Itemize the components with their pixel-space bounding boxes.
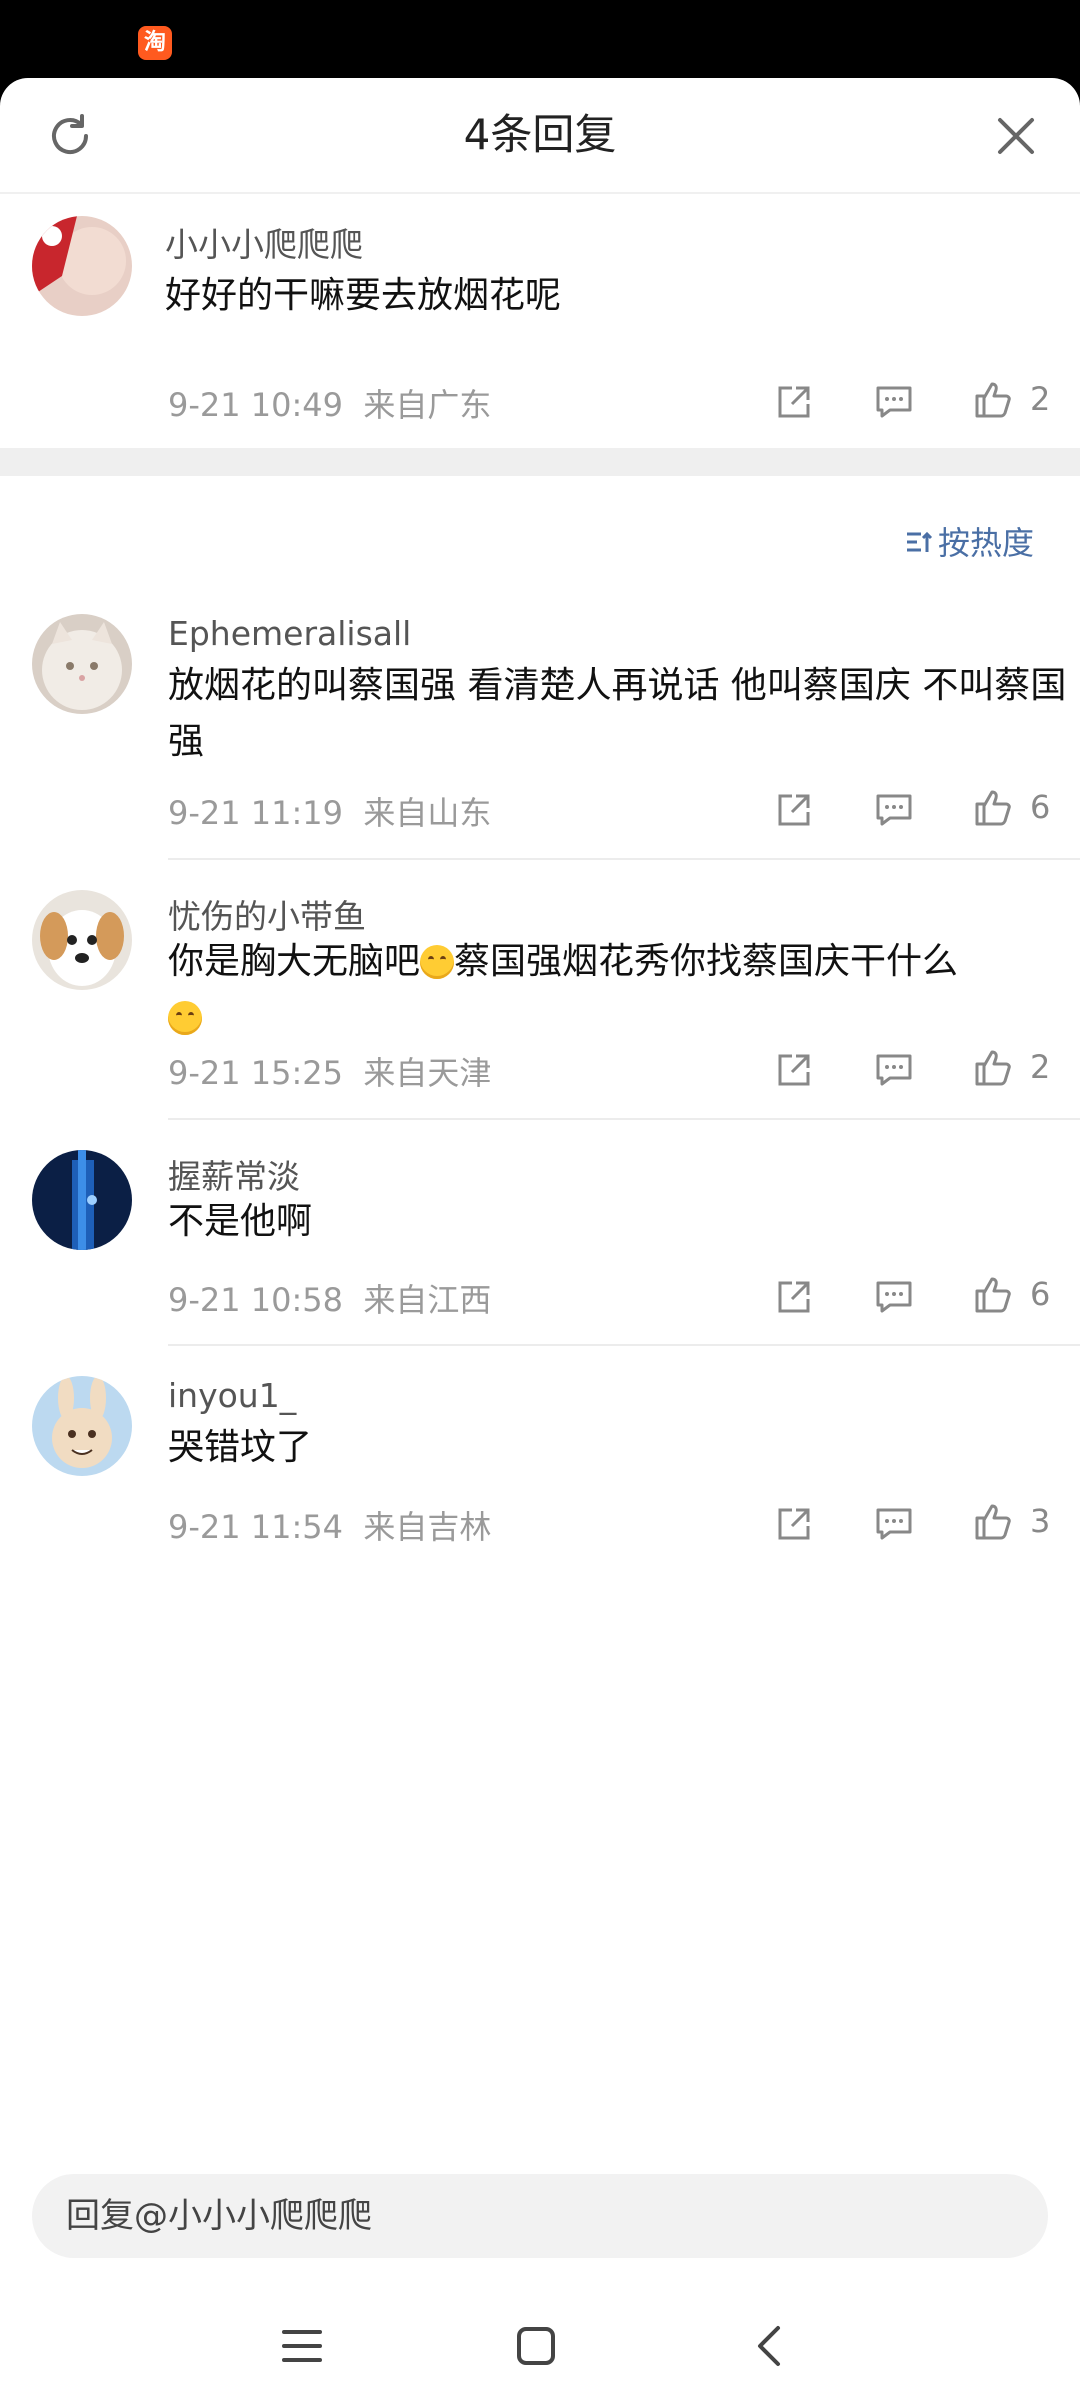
- comment-time: 9-21 10:49 来自广东: [168, 380, 491, 426]
- location: 来自天津: [363, 1054, 492, 1092]
- comment-icon[interactable]: [872, 1048, 916, 1092]
- sort-icon: [907, 531, 933, 552]
- sheet-title: 4条回复: [463, 110, 617, 159]
- username[interactable]: 忧伤的小带鱼: [168, 890, 366, 938]
- comment-icon[interactable]: [872, 1275, 916, 1319]
- username[interactable]: inyou1_: [168, 1376, 296, 1415]
- comment-icon[interactable]: [872, 380, 916, 424]
- comment-meta: 9-21 11:19 来自山东: [168, 788, 491, 834]
- share-icon[interactable]: [772, 788, 816, 832]
- username[interactable]: 小小小爬爬爬: [165, 218, 363, 266]
- comment-meta: 9-21 11:54 来自吉林: [168, 1502, 491, 1548]
- section-divider: [0, 448, 1080, 476]
- comment-text: 不是他啊: [168, 1201, 313, 1242]
- thumbs-up-icon[interactable]: [971, 1273, 1015, 1317]
- share-icon[interactable]: [772, 1275, 816, 1319]
- back-icon[interactable]: [748, 2324, 792, 2368]
- reply-input[interactable]: 回复@小小小爬爬爬: [32, 2174, 1048, 2258]
- share-icon[interactable]: [772, 1048, 816, 1092]
- avatar[interactable]: [32, 890, 132, 990]
- location: 来自江西: [363, 1281, 492, 1319]
- avatar[interactable]: [32, 614, 132, 714]
- username[interactable]: 握薪常淡: [168, 1150, 300, 1198]
- like-count: 6: [1030, 1275, 1051, 1313]
- location: 来自吉林: [363, 1508, 492, 1546]
- row-divider: [168, 858, 1080, 860]
- menu-icon[interactable]: [280, 2324, 324, 2368]
- comment-text: 你是胸大无脑吧 蔡国强烟花秀你找蔡国庆干什么: [168, 934, 1080, 1046]
- row-divider: [168, 1344, 1080, 1346]
- comment-icon[interactable]: [872, 1502, 916, 1546]
- avatar[interactable]: [32, 1376, 132, 1476]
- sheet-header: 4条回复: [0, 78, 1080, 194]
- thumbs-up-icon[interactable]: [971, 1500, 1015, 1544]
- reply-placeholder: 回复@小小小爬爬爬: [66, 2196, 372, 2236]
- row-divider: [168, 1118, 1080, 1120]
- comment-text: 哭错坟了: [168, 1427, 313, 1468]
- thumbs-up-icon[interactable]: [971, 378, 1015, 422]
- comment-icon[interactable]: [872, 788, 916, 832]
- comment-text-part: 你是胸大无脑吧: [168, 941, 421, 982]
- comment-text: 好好的干嘛要去放烟花呢: [165, 275, 562, 316]
- close-icon[interactable]: [988, 108, 1044, 164]
- sort-label: 按热度: [938, 524, 1035, 562]
- sort-by-hot-button[interactable]: 按热度: [904, 518, 1034, 564]
- system-nav-bar: [0, 2288, 1080, 2400]
- replies-sheet: 4条回复 小小小爬爬爬 好好的干嘛要去放烟花呢 9-21 10:49 来自广东 …: [0, 78, 1080, 2400]
- comment-meta: 9-21 15:25 来自天津: [168, 1048, 491, 1094]
- refresh-icon[interactable]: [42, 108, 98, 164]
- location: 来自山东: [363, 794, 492, 832]
- comment-text: 放烟花的叫蔡国强 看清楚人再说话 他叫蔡国庆 不叫蔡国强: [168, 665, 1067, 762]
- comment-text-part: 蔡国强烟花秀你找蔡国庆干什么: [454, 941, 959, 982]
- location: 来自广东: [363, 386, 492, 424]
- home-icon[interactable]: [514, 2324, 558, 2368]
- avatar[interactable]: [32, 216, 132, 316]
- taobao-app-icon: 淘: [138, 26, 172, 60]
- status-bar: 淘: [0, 0, 1080, 78]
- comment-meta: 9-21 10:58 来自江西: [168, 1275, 491, 1321]
- share-icon[interactable]: [772, 380, 816, 424]
- like-count: 2: [1030, 380, 1051, 418]
- avatar[interactable]: [32, 1150, 132, 1250]
- like-count: 2: [1030, 1048, 1051, 1086]
- thumbs-up-icon[interactable]: [971, 1046, 1015, 1090]
- thumbs-up-icon[interactable]: [971, 786, 1015, 830]
- emoji-icon: [420, 945, 455, 979]
- time: 9-21 11:54: [168, 1508, 344, 1546]
- like-count: 3: [1030, 1502, 1051, 1540]
- share-icon[interactable]: [772, 1502, 816, 1546]
- like-count: 6: [1030, 788, 1051, 826]
- time: 9-21 10:58: [168, 1281, 344, 1319]
- emoji-icon: [168, 1001, 202, 1035]
- time: 9-21 15:25: [168, 1054, 344, 1092]
- time: 9-21 10:49: [168, 386, 344, 424]
- time: 9-21 11:19: [168, 794, 344, 832]
- username[interactable]: Ephemeralisall: [168, 614, 411, 653]
